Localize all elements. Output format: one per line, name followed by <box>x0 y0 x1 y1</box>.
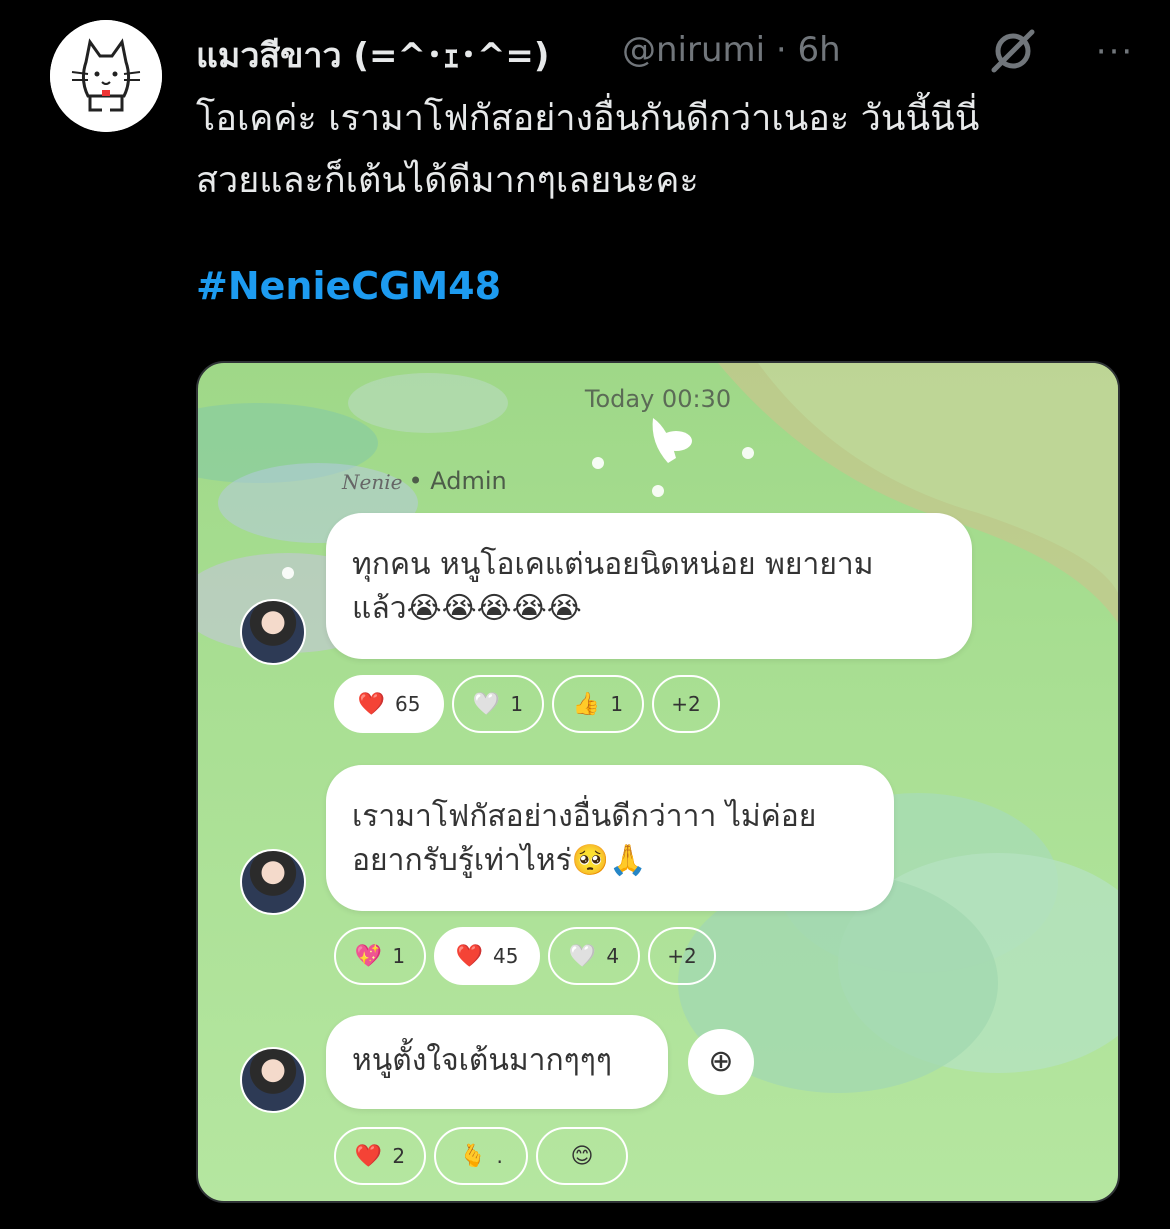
hand-icon: 🫰 <box>459 1143 487 1169</box>
tweet-text-line2: สวยและก็เต้นได้ดีมากๆเลยนะคะ <box>196 160 699 201</box>
member-avatar[interactable] <box>240 1047 306 1113</box>
more-options-icon[interactable]: ··· <box>1090 32 1140 72</box>
separator: · <box>775 30 787 70</box>
reaction-count: 1 <box>392 944 406 968</box>
chat-timestamp: Today 00:30 <box>584 385 732 413</box>
sparkling-heart-icon: 💖 <box>354 943 383 969</box>
reaction-count: 1 <box>610 692 624 716</box>
more-reactions-chip[interactable]: +2 <box>652 675 720 733</box>
reaction-count: +2 <box>671 692 701 716</box>
handle-and-time: @nirumi · 6h <box>622 30 841 70</box>
message-bubble[interactable]: หนูตั้งใจเต้นมากๆๆๆ <box>326 1015 668 1109</box>
reaction-count: +2 <box>667 944 697 968</box>
reaction-row: ❤️ 2 🫰. 😊 <box>334 1127 636 1187</box>
message-bubble[interactable]: เรามาโฟกัสอย่างอื่นดีกว่าาา ไม่ค่อย อยาก… <box>326 765 894 911</box>
reaction-count: 1 <box>510 692 524 716</box>
thumbs-up-icon: 👍 <box>572 691 601 717</box>
reaction-count: 45 <box>492 944 519 968</box>
message-bubble[interactable]: ทุกคน หนูโอเคแต่นอยนิดหน่อย พยายาม แล้ว😭… <box>326 513 972 659</box>
heart-icon: ❤️ <box>354 1143 383 1169</box>
smile-add-icon: 😊 <box>570 1143 594 1169</box>
reaction-chip[interactable]: ❤️ 45 <box>434 927 540 985</box>
reaction-chip[interactable]: 👍 1 <box>552 675 644 733</box>
member-avatar[interactable] <box>240 599 306 665</box>
reaction-count: 2 <box>392 1144 406 1168</box>
reaction-count: 4 <box>606 944 620 968</box>
reaction-chip[interactable]: 🤍 4 <box>548 927 640 985</box>
add-reaction-button[interactable]: ⊕ <box>688 1029 754 1095</box>
member-avatar[interactable] <box>240 849 306 915</box>
message-line: ทุกคน หนูโอเคแต่นอยนิดหน่อย พยายาม <box>352 547 874 582</box>
sender-role: • Admin <box>408 467 507 495</box>
reaction-row: 💖 1 ❤️ 45 🤍 4 +2 <box>334 927 724 987</box>
reaction-count: 65 <box>394 692 421 716</box>
message-line: แล้ว😭😭😭😭😭 <box>352 591 582 626</box>
white-heart-icon: 🤍 <box>472 691 501 717</box>
white-heart-icon: 🤍 <box>568 943 597 969</box>
tweet-text: โอเคค่ะ เรามาโฟกัสอย่างอื่นกันดีกว่าเนอะ… <box>196 88 1136 212</box>
add-emoji-chip[interactable]: 😊 <box>536 1127 628 1185</box>
grok-icon[interactable] <box>988 26 1038 76</box>
cat-avatar-icon <box>50 20 162 132</box>
add-reaction-icon: ⊕ <box>708 1044 734 1079</box>
timestamp[interactable]: 6h <box>798 30 841 70</box>
reaction-chip[interactable]: ❤️ 65 <box>334 675 444 733</box>
message-line: อยากรับรู้เท่าไหร่🥺🙏 <box>352 843 647 878</box>
reaction-chip[interactable]: 💖 1 <box>334 927 426 985</box>
reaction-chip[interactable]: 🤍 1 <box>452 675 544 733</box>
reaction-row: ❤️ 65 🤍 1 👍 1 +2 <box>334 675 728 735</box>
tweet-header: แมวสีขาว (=^･ｪ･^=) @nirumi · 6h ··· <box>196 26 1140 76</box>
sender-signature: Nenie <box>342 470 403 494</box>
hashtag-link[interactable]: #NenieCGM48 <box>196 264 501 308</box>
display-name[interactable]: แมวสีขาว (=^･ｪ･^=) <box>196 28 549 82</box>
author-avatar[interactable] <box>50 20 162 132</box>
heart-icon: ❤️ <box>357 691 385 717</box>
reaction-chip[interactable]: ❤️ 2 <box>334 1127 426 1185</box>
sender-label: Nenie • Admin <box>342 467 507 495</box>
tweet-media-image[interactable]: Today 00:30 Nenie • Admin ทุกคน หนูโอเคแต… <box>196 361 1120 1203</box>
reaction-chip[interactable]: 🫰. <box>434 1127 528 1185</box>
handle[interactable]: @nirumi <box>622 30 765 70</box>
message-line: หนูตั้งใจเต้นมากๆๆๆ <box>352 1043 613 1078</box>
tweet-text-line1: โอเคค่ะ เรามาโฟกัสอย่างอื่นกันดีกว่าเนอะ… <box>196 98 980 139</box>
more-reactions-chip[interactable]: +2 <box>648 927 716 985</box>
heart-icon: ❤️ <box>455 943 483 969</box>
reaction-count: . <box>496 1144 503 1168</box>
message-line: เรามาโฟกัสอย่างอื่นดีกว่าาา ไม่ค่อย <box>352 799 817 834</box>
